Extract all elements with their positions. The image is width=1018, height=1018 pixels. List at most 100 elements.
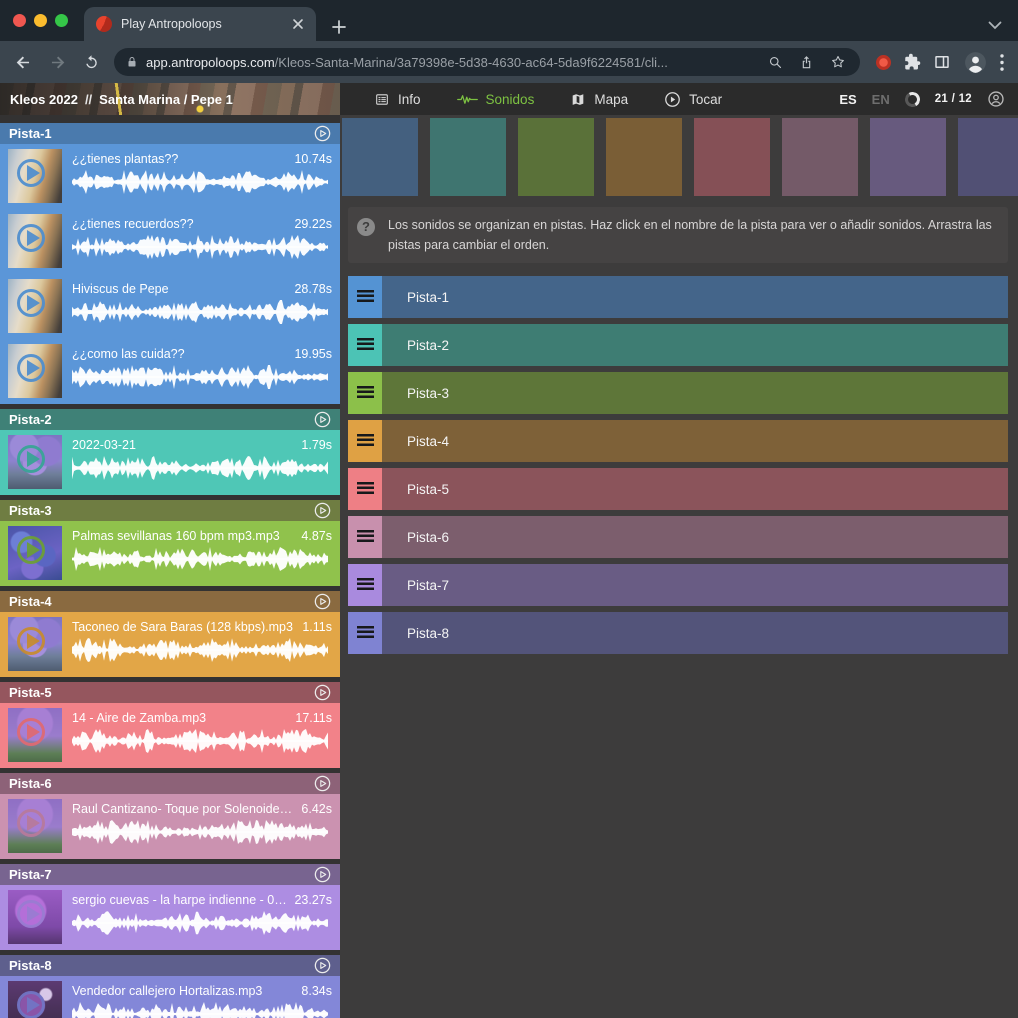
- clip[interactable]: ¿¿como las cuida??19.95s: [0, 339, 340, 404]
- back-button[interactable]: [8, 47, 38, 77]
- new-tab-button[interactable]: [332, 20, 346, 34]
- clip-thumbnail: [8, 435, 62, 489]
- clip[interactable]: Hiviscus de Pepe28.78s: [0, 274, 340, 339]
- track-header[interactable]: Pista-5: [0, 682, 340, 703]
- clip[interactable]: 14 - Aire de Zamba.mp317.11s: [0, 703, 340, 768]
- clip-play-icon[interactable]: [17, 991, 45, 1018]
- track-row-button[interactable]: Pista-4: [382, 420, 1008, 462]
- track-header[interactable]: Pista-7: [0, 864, 340, 885]
- track-row-button[interactable]: Pista-2: [382, 324, 1008, 366]
- track-color-swatch[interactable]: [958, 118, 1018, 196]
- recording-extension-icon[interactable]: [876, 47, 891, 77]
- track-name: Pista-3: [9, 503, 52, 518]
- side-panel-icon[interactable]: [933, 47, 951, 77]
- url-bar[interactable]: app.antropoloops.com/Kleos-Santa-Marina/…: [114, 48, 860, 76]
- track-color-swatch[interactable]: [694, 118, 770, 196]
- drag-handle[interactable]: [348, 420, 382, 462]
- clip-play-icon[interactable]: [17, 289, 45, 317]
- track-row-button[interactable]: Pista-5: [382, 468, 1008, 510]
- drag-handle[interactable]: [348, 564, 382, 606]
- drag-handle[interactable]: [348, 372, 382, 414]
- track-header[interactable]: Pista-2: [0, 409, 340, 430]
- clip[interactable]: Raul Cantizano- Toque por Solenoide.mp36…: [0, 794, 340, 859]
- clip-list: 14 - Aire de Zamba.mp317.11s: [0, 703, 340, 768]
- drag-handle[interactable]: [348, 516, 382, 558]
- forward-button[interactable]: [42, 47, 72, 77]
- clip[interactable]: Palmas sevillanas 160 bpm mp3.mp34.87s: [0, 521, 340, 586]
- track-play-button[interactable]: [314, 957, 331, 974]
- track-play-button[interactable]: [314, 411, 331, 428]
- track-play-button[interactable]: [314, 125, 331, 142]
- language-toggle-es[interactable]: ES: [839, 92, 856, 107]
- track-play-button[interactable]: [314, 593, 331, 610]
- track-color-swatch[interactable]: [430, 118, 506, 196]
- track-color-swatch[interactable]: [782, 118, 858, 196]
- language-toggle-en[interactable]: EN: [872, 92, 890, 107]
- clip[interactable]: 2022-03-211.79s: [0, 430, 340, 495]
- clip-play-icon[interactable]: [17, 809, 45, 837]
- drag-handle[interactable]: [348, 612, 382, 654]
- reload-button[interactable]: [76, 47, 106, 77]
- track-color-swatch[interactable]: [518, 118, 594, 196]
- fullscreen-window-button[interactable]: [55, 14, 68, 27]
- account-icon[interactable]: [987, 90, 1005, 108]
- clip-play-icon[interactable]: [17, 159, 45, 187]
- clip-play-icon[interactable]: [17, 536, 45, 564]
- antropoloops-favicon: [96, 16, 112, 32]
- track-color-swatch[interactable]: [870, 118, 946, 196]
- browser-tab[interactable]: Play Antropoloops: [84, 7, 316, 41]
- track-row-button[interactable]: Pista-1: [382, 276, 1008, 318]
- clip-info: sergio cuevas - la harpe indienne - 03 -…: [72, 890, 332, 945]
- clip[interactable]: Taconeo de Sara Baras (128 kbps).mp31.11…: [0, 612, 340, 677]
- track-row-button[interactable]: Pista-6: [382, 516, 1008, 558]
- breadcrumb-project[interactable]: Kleos 2022: [10, 92, 78, 107]
- menu-kebab-icon[interactable]: [1000, 47, 1004, 77]
- nav-label: Info: [398, 92, 421, 107]
- track-header[interactable]: Pista-4: [0, 591, 340, 612]
- track-header[interactable]: Pista-8: [0, 955, 340, 976]
- tab-search-chevron-icon[interactable]: [988, 21, 1002, 30]
- track-row-button[interactable]: Pista-7: [382, 564, 1008, 606]
- track-play-button[interactable]: [314, 684, 331, 701]
- nav-tab-info[interactable]: Info: [374, 92, 421, 107]
- clip[interactable]: ¿¿tienes plantas??10.74s: [0, 144, 340, 209]
- breadcrumb[interactable]: Kleos 2022 // Santa Marina / Pepe 1: [0, 83, 340, 115]
- clip[interactable]: ¿¿tienes recuerdos??29.22s: [0, 209, 340, 274]
- drag-handle[interactable]: [348, 324, 382, 366]
- clip-play-icon[interactable]: [17, 627, 45, 655]
- nav-tab-sonidos[interactable]: Sonidos: [457, 92, 535, 107]
- track-header[interactable]: Pista-3: [0, 500, 340, 521]
- nav-tab-mapa[interactable]: Mapa: [570, 92, 628, 107]
- nav-tab-tocar[interactable]: Tocar: [664, 91, 722, 108]
- clip-play-icon[interactable]: [17, 900, 45, 928]
- track-play-button[interactable]: [314, 775, 331, 792]
- close-window-button[interactable]: [13, 14, 26, 27]
- clip-thumbnail: [8, 344, 62, 398]
- drag-handle[interactable]: [348, 468, 382, 510]
- extensions-puzzle-icon[interactable]: [903, 47, 921, 77]
- clip-play-icon[interactable]: [17, 445, 45, 473]
- clip-duration: 1.11s: [302, 620, 332, 634]
- profile-avatar-icon[interactable]: [963, 47, 988, 77]
- share-icon[interactable]: [795, 54, 818, 70]
- minimize-window-button[interactable]: [34, 14, 47, 27]
- drag-handle[interactable]: [348, 276, 382, 318]
- track-row-button[interactable]: Pista-3: [382, 372, 1008, 414]
- track-play-button[interactable]: [314, 502, 331, 519]
- clip-play-icon[interactable]: [17, 354, 45, 382]
- track-play-button[interactable]: [314, 866, 331, 883]
- track-row-button[interactable]: Pista-8: [382, 612, 1008, 654]
- track-color-swatch[interactable]: [606, 118, 682, 196]
- clip-title: 14 - Aire de Zamba.mp3: [72, 711, 206, 725]
- track-header[interactable]: Pista-6: [0, 773, 340, 794]
- clip-play-icon[interactable]: [17, 224, 45, 252]
- track-header[interactable]: Pista-1: [0, 123, 340, 144]
- clip[interactable]: sergio cuevas - la harpe indienne - 03 -…: [0, 885, 340, 950]
- clip-play-icon[interactable]: [17, 718, 45, 746]
- track-color-swatch[interactable]: [342, 118, 418, 196]
- clip[interactable]: Vendedor callejero Hortalizas.mp38.34s: [0, 976, 340, 1018]
- tab-close-icon[interactable]: [290, 16, 306, 32]
- zoom-icon[interactable]: [764, 55, 787, 70]
- breadcrumb-session[interactable]: Santa Marina / Pepe 1: [99, 92, 233, 107]
- bookmark-star-icon[interactable]: [826, 54, 850, 70]
